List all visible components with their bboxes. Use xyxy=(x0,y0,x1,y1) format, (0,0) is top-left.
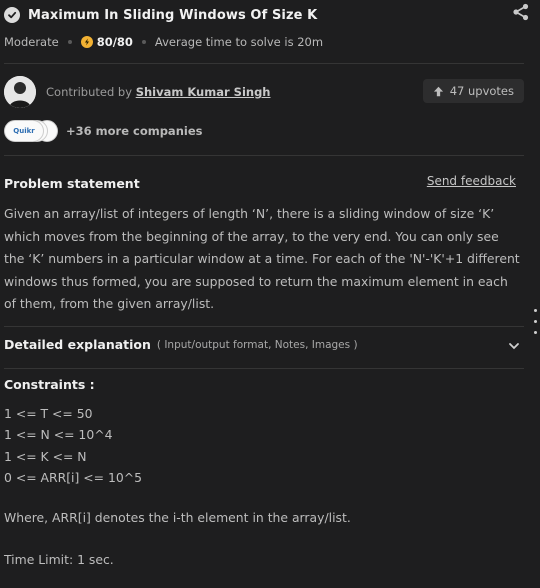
detailed-explanation-subtitle: ( Input/output format, Notes, Images ) xyxy=(156,338,358,351)
detailed-explanation-heading: Detailed explanation xyxy=(4,337,151,352)
constraint-item: 1 <= N <= 10^4 xyxy=(4,427,113,443)
score-value: 80/80 xyxy=(96,35,133,49)
constraints-list: 1 <= T <= 50 1 <= N <= 10^4 1 <= K <= N … xyxy=(4,403,142,488)
contributor-prefix: Contributed by xyxy=(46,85,133,99)
average-time: Average time to solve is 20m xyxy=(154,35,324,49)
difficulty-label: Moderate xyxy=(4,35,59,49)
problem-panel: Maximum In Sliding Windows Of Size K Mod… xyxy=(0,0,532,588)
more-companies-link[interactable]: +36 more companies xyxy=(66,124,202,138)
send-feedback-link[interactable]: Send feedback xyxy=(427,174,516,188)
problem-meta: Moderate 80/80 Average time to solve is … xyxy=(4,35,323,49)
constraint-item: 0 <= ARR[i] <= 10^5 xyxy=(4,469,143,485)
detailed-explanation-toggle[interactable]: Detailed explanation ( Input/output form… xyxy=(4,337,524,352)
divider xyxy=(4,63,524,64)
contributor-label: Contributed by Shivam Kumar Singh xyxy=(46,85,271,99)
problem-statement-heading: Problem statement xyxy=(4,176,140,191)
constraint-item: 1 <= T <= 50 xyxy=(4,406,93,421)
panel-resize-handle[interactable] xyxy=(534,309,538,342)
share-icon[interactable] xyxy=(512,3,530,21)
companies-row: Quikr +36 more companies xyxy=(4,120,202,142)
divider xyxy=(4,155,524,156)
check-circle-icon xyxy=(4,7,20,23)
chevron-down-icon xyxy=(509,343,519,350)
constraints-note: Where, ARR[i] denotes the i-th element i… xyxy=(4,510,351,525)
divider xyxy=(4,326,524,327)
problem-statement-text: Given an array/list of integers of lengt… xyxy=(4,206,520,311)
upvote-button[interactable]: 47 upvotes xyxy=(422,79,524,103)
upvote-arrow-icon xyxy=(433,86,443,96)
separator-dot xyxy=(67,40,72,44)
separator-dot xyxy=(141,40,146,44)
company-logo-quikr: Quikr xyxy=(4,120,44,142)
company-logos[interactable]: Quikr xyxy=(4,120,60,142)
avatar xyxy=(4,76,36,108)
constraint-item: 1 <= K <= N xyxy=(4,448,87,464)
problem-title: Maximum In Sliding Windows Of Size K xyxy=(28,7,318,23)
contributor-row: Contributed by Shivam Kumar Singh 47 upv… xyxy=(4,74,524,110)
upvote-count: 47 upvotes xyxy=(449,84,514,98)
divider xyxy=(4,368,524,369)
bolt-icon xyxy=(80,36,93,48)
problem-header: Maximum In Sliding Windows Of Size K xyxy=(4,2,526,28)
time-limit: Time Limit: 1 sec. xyxy=(4,552,114,567)
contributor-name-link[interactable]: Shivam Kumar Singh xyxy=(136,85,271,99)
constraints-heading: Constraints : xyxy=(4,377,95,392)
